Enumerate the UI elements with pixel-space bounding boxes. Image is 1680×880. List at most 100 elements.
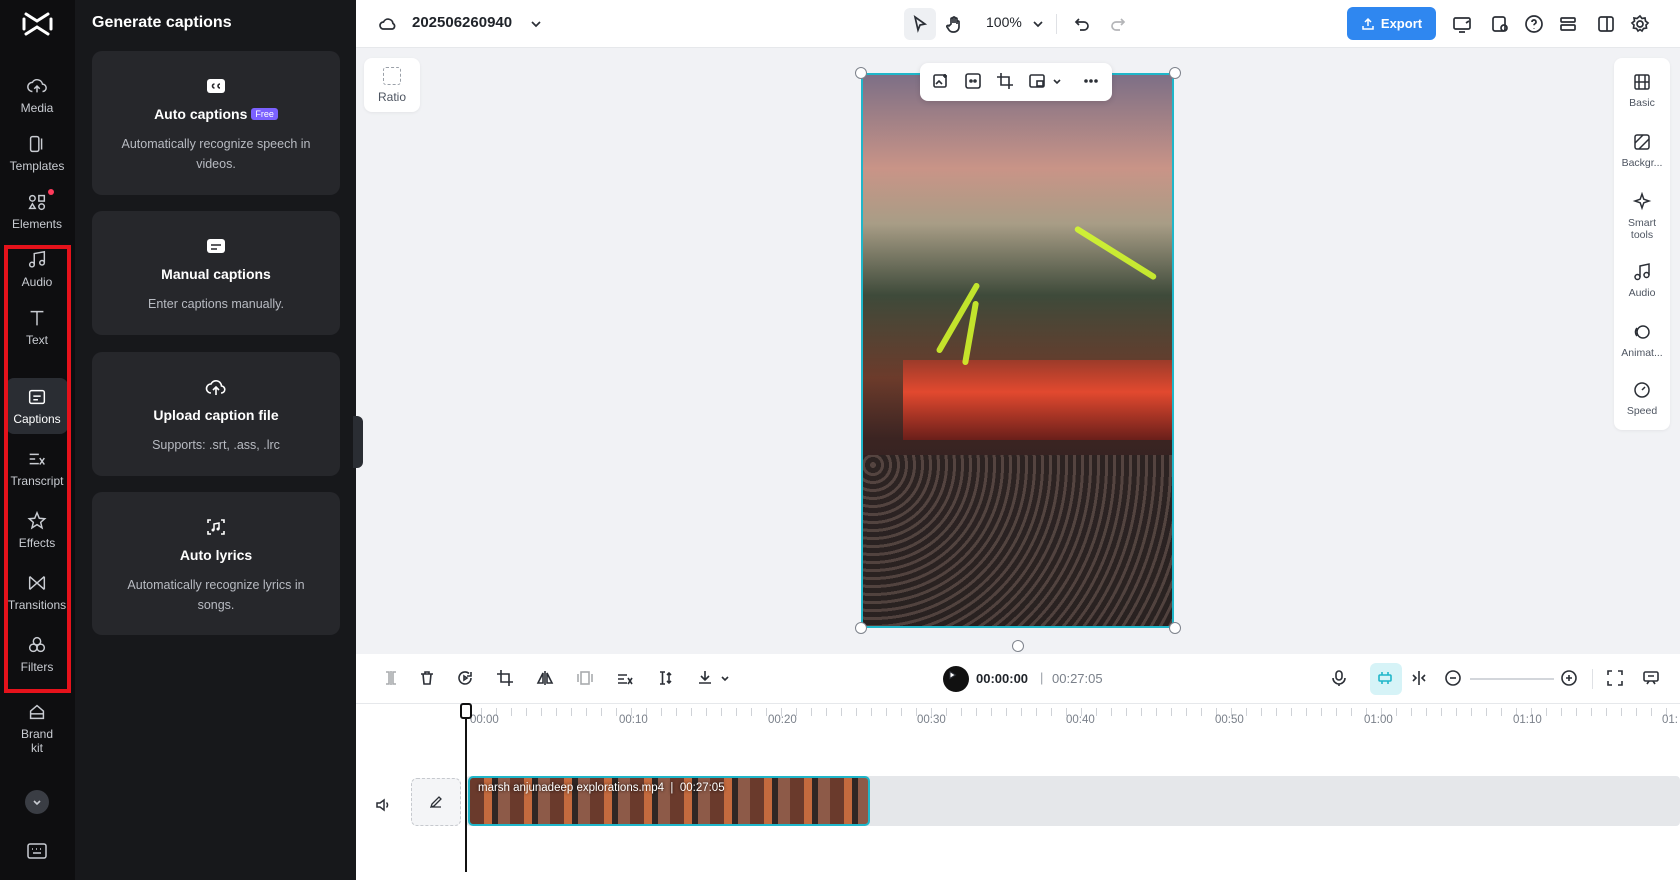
project-name[interactable]: 202506260940 <box>412 14 512 31</box>
background-icon <box>1634 134 1650 150</box>
clip-duration: 00:27:05 <box>679 782 725 794</box>
export-button[interactable]: Export <box>1347 7 1436 40</box>
pencil-icon <box>429 796 442 809</box>
play-button[interactable] <box>943 666 969 692</box>
cloud-upload-icon <box>205 380 226 395</box>
rotate-handle[interactable] <box>1012 640 1024 652</box>
free-badge: Free <box>251 108 278 120</box>
sidebar-item-brand-kit[interactable]: Brand kit <box>6 697 68 759</box>
right-tool-audio[interactable]: Audio <box>1614 262 1670 299</box>
more-options-icon[interactable] <box>1082 72 1102 92</box>
review-icon[interactable] <box>1488 12 1512 36</box>
microphone-icon[interactable] <box>1330 669 1350 689</box>
chevron-down-icon[interactable] <box>716 669 736 689</box>
magnet-link-icon <box>1376 669 1396 689</box>
resize-handle[interactable] <box>1169 622 1181 634</box>
redo-icon[interactable] <box>1106 12 1130 36</box>
auto-lyrics-card[interactable]: Auto lyrics Automatically recognize lyri… <box>92 492 340 635</box>
ruler-label: 00:10 <box>619 714 648 726</box>
resize-handle[interactable] <box>855 67 867 79</box>
capcut-logo[interactable] <box>22 10 53 38</box>
cc-icon <box>207 79 225 93</box>
trash-icon[interactable] <box>418 669 438 689</box>
layout-panel-icon[interactable] <box>1594 12 1618 36</box>
fit-icon[interactable] <box>576 669 596 689</box>
zoom-in-icon[interactable] <box>1560 669 1580 689</box>
manual-captions-card[interactable]: Manual captions Enter captions manually. <box>92 211 340 335</box>
fullscreen-icon[interactable] <box>1606 669 1626 689</box>
keyboard-icon[interactable] <box>27 843 47 859</box>
card-description: Supports: .srt, .ass, .lrc <box>152 438 280 452</box>
sidebar-item-label: Elements <box>11 217 63 231</box>
right-tool-speed[interactable]: Speed <box>1614 380 1670 417</box>
right-tool-label: Audio <box>1628 287 1656 299</box>
card-title: Manual captions <box>161 266 271 282</box>
sidebar-item-elements[interactable]: Elements <box>6 183 68 239</box>
chevron-down-icon[interactable] <box>1026 12 1050 36</box>
right-tool-background[interactable]: Backgr... <box>1614 132 1670 169</box>
speedometer-icon <box>1634 382 1650 398</box>
crop-icon[interactable] <box>996 72 1016 92</box>
freeze-frame-icon[interactable] <box>456 669 476 689</box>
top-bar: 202506260940 100% Export <box>356 0 1680 48</box>
playhead[interactable] <box>465 704 467 872</box>
download-icon[interactable] <box>696 669 716 689</box>
highlight-box <box>4 245 71 693</box>
sparkle-icon <box>1632 192 1652 211</box>
right-tools-panel: Basic Backgr... Smart tools Audio Animat… <box>1614 58 1670 430</box>
floating-toolbar <box>920 63 1112 101</box>
playhead-handle[interactable] <box>460 703 472 719</box>
ratio-button[interactable]: Ratio <box>364 58 420 112</box>
sidebar-item-label: Templates <box>9 159 65 173</box>
right-tool-smart-tools[interactable]: Smart tools <box>1614 192 1670 241</box>
export-label: Export <box>1380 16 1423 31</box>
mask-icon[interactable] <box>964 72 984 92</box>
sidebar-item-templates[interactable]: Templates <box>6 125 68 181</box>
divider <box>1056 14 1057 34</box>
crop-icon[interactable] <box>496 669 516 689</box>
speaker-icon[interactable] <box>374 796 392 814</box>
expand-more-button[interactable] <box>25 790 49 814</box>
help-icon[interactable] <box>1522 12 1546 36</box>
hand-tool-icon[interactable] <box>942 12 966 36</box>
flip-icon[interactable] <box>536 669 556 689</box>
auto-captions-card[interactable]: Auto captions Free Automatically recogni… <box>92 51 340 195</box>
timeline-zoom-slider[interactable] <box>1470 678 1554 680</box>
right-tool-animation[interactable]: Animat... <box>1614 322 1670 359</box>
card-title: Upload caption file <box>153 407 279 423</box>
cloud-upload-icon <box>27 78 47 93</box>
layers-icon[interactable] <box>1556 12 1580 36</box>
chevron-down-icon[interactable] <box>524 12 548 36</box>
picture-in-picture-icon[interactable] <box>1028 72 1048 92</box>
video-preview[interactable] <box>861 73 1174 628</box>
gear-icon[interactable] <box>1628 12 1652 36</box>
captions-panel: Generate captions Auto captions Free Aut… <box>75 0 356 880</box>
cover-edit-button[interactable] <box>411 778 461 826</box>
lyrics-scan-icon <box>207 519 225 535</box>
cloud-sync-icon[interactable] <box>376 12 400 36</box>
sidebar-item-label: Brand kit <box>20 727 54 755</box>
split-view-icon[interactable] <box>1410 669 1430 689</box>
comment-screen-icon[interactable] <box>1642 669 1662 689</box>
timeline-area[interactable]: 00:00 00:10 00:20 00:30 00:40 00:50 01:0… <box>356 704 1680 880</box>
video-clip[interactable]: marsh anjunadeep explorations.mp4 | 00:2… <box>468 776 870 826</box>
sidebar-item-media[interactable]: Media <box>6 67 68 123</box>
resize-handle[interactable] <box>855 622 867 634</box>
ratio-icon <box>383 66 401 85</box>
right-tool-basic[interactable]: Basic <box>1614 72 1670 109</box>
card-description: Enter captions manually. <box>148 297 284 311</box>
panel-collapse-handle[interactable] <box>353 416 363 468</box>
resize-handle[interactable] <box>1169 67 1181 79</box>
text-adjust-icon[interactable] <box>656 669 676 689</box>
replace-image-icon[interactable] <box>932 72 952 92</box>
chevron-down-icon[interactable] <box>1048 72 1068 92</box>
present-icon[interactable] <box>1450 12 1474 36</box>
time-separator: | <box>1040 670 1044 685</box>
undo-icon[interactable] <box>1070 12 1094 36</box>
upload-caption-file-card[interactable]: Upload caption file Supports: .srt, .ass… <box>92 352 340 476</box>
transcript-edit-icon[interactable] <box>616 669 636 689</box>
right-tool-label: Backgr... <box>1621 157 1663 169</box>
zoom-out-icon[interactable] <box>1444 669 1464 689</box>
zoom-level[interactable]: 100% <box>986 14 1022 30</box>
split-icon[interactable] <box>382 669 402 689</box>
